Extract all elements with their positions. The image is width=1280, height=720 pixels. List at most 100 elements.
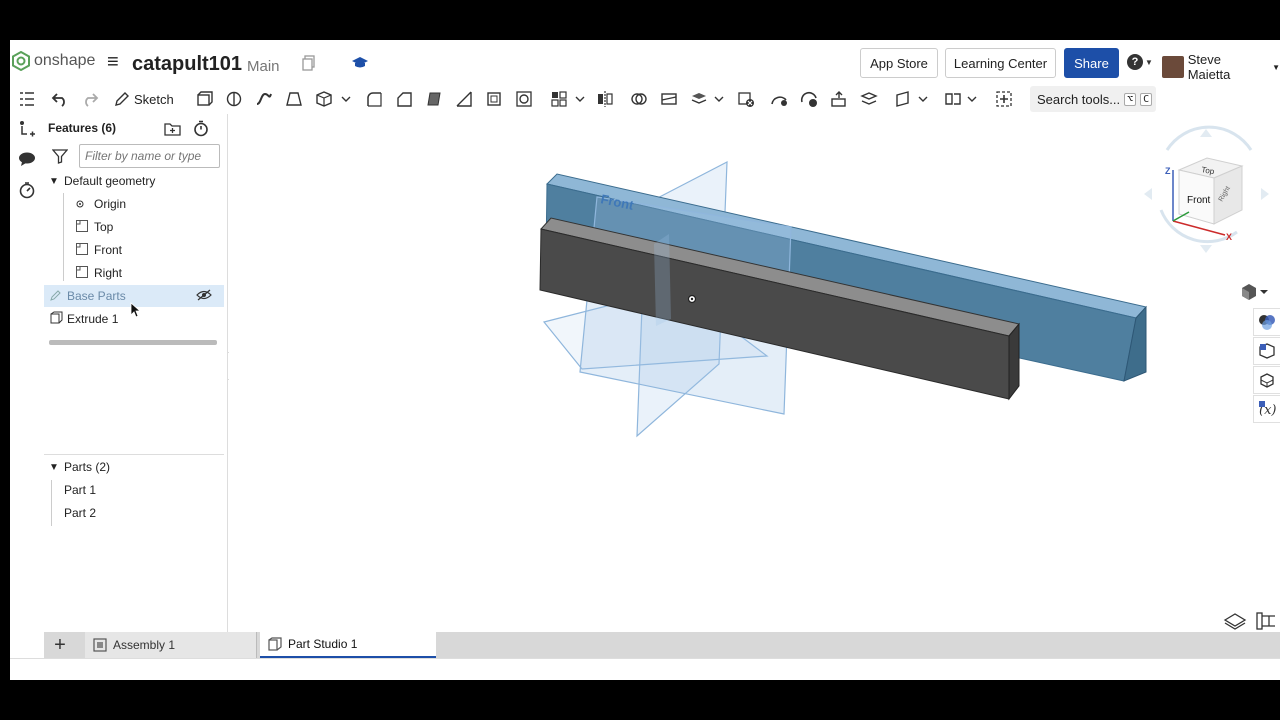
- sheet-metal-icon[interactable]: [942, 88, 964, 110]
- loft-icon[interactable]: [283, 88, 305, 110]
- share-button[interactable]: Share: [1064, 48, 1119, 78]
- timer-icon[interactable]: [18, 181, 36, 199]
- part-item[interactable]: Part 2: [44, 502, 224, 524]
- comments-icon[interactable]: [18, 150, 36, 168]
- chevron-down-icon: ▼: [1145, 57, 1153, 67]
- chevron-down-icon[interactable]: [340, 88, 352, 110]
- feature-front-plane[interactable]: Front: [44, 239, 224, 261]
- boolean-icon[interactable]: [628, 88, 650, 110]
- chevron-down-icon[interactable]: [966, 88, 978, 110]
- chevron-down-icon[interactable]: ▼: [44, 462, 64, 473]
- feature-label: Extrude 1: [67, 312, 119, 326]
- part-1-end-face[interactable]: [1008, 322, 1020, 401]
- mouse-cursor-icon: [130, 302, 140, 318]
- feature-label: Base Parts: [67, 289, 126, 303]
- feature-list-toggle-icon[interactable]: [16, 88, 38, 110]
- document-history-icon[interactable]: [302, 55, 316, 76]
- replace-face-icon[interactable]: [858, 88, 880, 110]
- split-icon[interactable]: [658, 88, 680, 110]
- document-tab-bar: + Assembly 1 Part Studio 1: [10, 632, 1280, 658]
- modify-fillet-icon[interactable]: [768, 88, 790, 110]
- view-mode-icon[interactable]: [1242, 284, 1268, 300]
- sketch-button[interactable]: Sketch: [114, 88, 174, 110]
- configurations-icon[interactable]: [1253, 366, 1280, 394]
- divider: [44, 454, 224, 455]
- hide-eye-icon[interactable]: [196, 289, 212, 304]
- onshape-window: onshape ≡ catapult101 Main App Store Lea…: [10, 40, 1280, 680]
- search-tools-button[interactable]: Search tools... ⌥ C: [1030, 86, 1156, 112]
- shell-icon[interactable]: [483, 88, 505, 110]
- feature-list-panel: Features (6) ▼ Default geometry Origin T…: [44, 114, 228, 632]
- linear-pattern-icon[interactable]: [548, 88, 570, 110]
- shortcut-key: ⌥: [1124, 92, 1137, 106]
- chevron-down-icon[interactable]: ▼: [44, 176, 64, 187]
- thicken-icon[interactable]: [313, 88, 335, 110]
- plane-icon[interactable]: [893, 88, 915, 110]
- add-custom-feature-icon[interactable]: [993, 88, 1015, 110]
- document-title[interactable]: catapult101: [132, 53, 242, 76]
- part-item[interactable]: Part 1: [44, 479, 224, 501]
- revolve-icon[interactable]: [223, 88, 245, 110]
- measure-tool-icon[interactable]: [1256, 612, 1275, 630]
- feature-origin[interactable]: Origin: [44, 193, 224, 215]
- chevron-down-icon: ▼: [1272, 62, 1280, 72]
- shortcut-key: C: [1140, 92, 1153, 106]
- delete-face-icon[interactable]: [798, 88, 820, 110]
- tab-part-studio-1[interactable]: Part Studio 1: [260, 632, 436, 658]
- mass-properties-icon[interactable]: [1253, 337, 1280, 365]
- onshape-logo[interactable]: onshape: [12, 51, 95, 71]
- hole-icon[interactable]: [513, 88, 535, 110]
- learning-center-button[interactable]: Learning Center: [945, 48, 1056, 78]
- rollback-timer-icon[interactable]: [193, 120, 209, 142]
- view-cube[interactable]: Top Front Right Z X: [1144, 125, 1269, 253]
- filter-icon[interactable]: [51, 149, 69, 169]
- transform-icon[interactable]: [688, 88, 710, 110]
- app-store-button[interactable]: App Store: [860, 48, 938, 78]
- feature-top-plane[interactable]: Top: [44, 216, 224, 238]
- onshape-logo-icon: [12, 51, 30, 71]
- chevron-down-icon[interactable]: [713, 88, 725, 110]
- chamfer-icon[interactable]: [393, 88, 415, 110]
- parts-folder[interactable]: ▼ Parts (2): [44, 456, 224, 478]
- branch-label[interactable]: Main: [247, 58, 280, 75]
- user-menu[interactable]: Steve Maietta ▼: [1162, 52, 1280, 82]
- default-geometry-label: Default geometry: [64, 174, 156, 188]
- filter-input[interactable]: [79, 144, 220, 168]
- origin-icon: [76, 200, 94, 208]
- delete-part-icon[interactable]: [735, 88, 757, 110]
- sweep-icon[interactable]: [253, 88, 275, 110]
- appearance-panel-icon[interactable]: [1253, 308, 1280, 336]
- pencil-icon: [115, 92, 129, 106]
- chevron-down-icon[interactable]: [917, 88, 929, 110]
- parts-title: Parts (2): [64, 460, 111, 474]
- feature-right-plane[interactable]: Right: [44, 262, 224, 284]
- extrude-icon[interactable]: [193, 88, 215, 110]
- plane-icon: [76, 242, 94, 258]
- z-axis-label: Z: [1165, 166, 1171, 176]
- menu-icon[interactable]: ≡: [107, 52, 119, 72]
- variables-icon[interactable]: (x): [1253, 395, 1280, 423]
- undo-icon[interactable]: [49, 88, 71, 110]
- tab-assembly-1[interactable]: Assembly 1: [85, 632, 257, 658]
- plane-icon: [76, 265, 94, 281]
- add-tab-button[interactable]: +: [48, 632, 72, 658]
- rib-icon[interactable]: [453, 88, 475, 110]
- default-geometry-folder[interactable]: ▼ Default geometry: [44, 170, 224, 192]
- graduation-cap-icon[interactable]: [352, 56, 368, 74]
- graphics-viewport[interactable]: Front Top Front Right Z X: [229, 114, 1280, 632]
- section-view-icon[interactable]: [1223, 613, 1247, 630]
- mirror-icon[interactable]: [594, 88, 616, 110]
- add-folder-icon[interactable]: [164, 121, 181, 141]
- insert-feature-icon[interactable]: [18, 120, 36, 138]
- draft-icon[interactable]: [423, 88, 445, 110]
- model-canvas[interactable]: Front Top Front Right Z X: [229, 114, 1280, 632]
- redo-icon[interactable]: [79, 88, 101, 110]
- rollback-bar[interactable]: [49, 340, 217, 345]
- chevron-down-icon[interactable]: [574, 88, 586, 110]
- tab-label: Part Studio 1: [288, 637, 358, 651]
- sketch-icon: [50, 289, 67, 304]
- help-menu[interactable]: ? ▼: [1127, 54, 1153, 70]
- feature-label: Right: [94, 266, 123, 280]
- fillet-icon[interactable]: [363, 88, 385, 110]
- move-face-icon[interactable]: [828, 88, 850, 110]
